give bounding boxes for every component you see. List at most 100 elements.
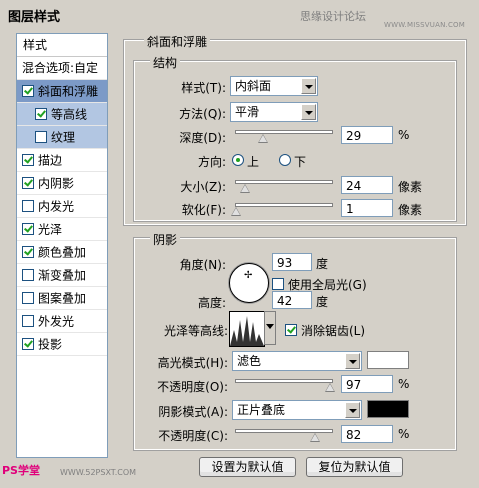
checkbox-icon[interactable]: [22, 176, 34, 189]
style-item-label: 等高线: [51, 107, 88, 122]
styles-header[interactable]: 样式: [17, 34, 107, 57]
shadow-opacity-label: 不透明度(C):: [158, 429, 228, 443]
depth-slider-track[interactable]: [235, 130, 333, 134]
soften-input[interactable]: 1: [341, 199, 393, 217]
highlight-opacity-thumb[interactable]: [325, 383, 335, 392]
style-item-label: 投影: [38, 337, 63, 352]
bevel-title: 斜面和浮雕: [144, 33, 211, 50]
bevel-style-value: 内斜面: [235, 79, 272, 93]
watermark-url: WWW.MISSVUAN.COM: [384, 21, 465, 29]
altitude-input[interactable]: 42: [272, 291, 312, 309]
crosshair-icon: ✢: [244, 270, 253, 281]
highlight-mode-select[interactable]: 滤色: [232, 351, 362, 371]
style-label: 样式(T):: [181, 81, 226, 95]
style-item[interactable]: 渐变叠加: [17, 264, 107, 287]
soften-label: 软化(F):: [181, 203, 226, 217]
angle-dial[interactable]: ✢: [229, 263, 269, 303]
depth-input[interactable]: 29: [341, 126, 393, 144]
altitude-label: 高度:: [197, 296, 226, 310]
highlight-opacity-track[interactable]: [235, 379, 333, 383]
highlight-opacity-input[interactable]: 97: [341, 375, 393, 393]
soften-slider-track[interactable]: [235, 203, 333, 207]
chevron-down-icon: [345, 402, 360, 418]
watermark-text: 思缘设计论坛: [300, 10, 366, 23]
direction-up-radio[interactable]: [232, 154, 244, 166]
technique-value: 平滑: [235, 105, 260, 119]
style-item-label: 渐变叠加: [38, 268, 87, 283]
blending-options-item[interactable]: 混合选项:自定: [17, 57, 107, 80]
contour-dropdown-button[interactable]: [264, 311, 276, 345]
shadow-opacity-thumb[interactable]: [310, 433, 320, 442]
angle-input[interactable]: 93: [272, 253, 312, 271]
size-slider-thumb[interactable]: [240, 184, 250, 193]
style-item[interactable]: 内发光: [17, 195, 107, 218]
style-item[interactable]: 内阴影: [17, 172, 107, 195]
size-label: 大小(Z):: [180, 180, 226, 194]
shadow-opacity-input[interactable]: 82: [341, 425, 393, 443]
checkbox-icon[interactable]: [22, 153, 34, 166]
checkbox-icon[interactable]: [22, 291, 34, 304]
style-item-label: 纹理: [51, 130, 76, 145]
gloss-contour-preview[interactable]: [229, 311, 265, 347]
checkbox-icon[interactable]: [22, 314, 34, 327]
checkbox-icon[interactable]: [22, 268, 34, 281]
antialias-checkbox[interactable]: 消除锯齿(L): [285, 322, 365, 339]
style-item[interactable]: 光泽: [17, 218, 107, 241]
contour-curve-icon: [230, 316, 264, 346]
style-item-label: 描边: [38, 153, 63, 168]
ps-logo: PS学堂: [2, 464, 40, 477]
checkbox-icon[interactable]: [22, 245, 34, 258]
highlight-opacity-label: 不透明度(O):: [157, 380, 228, 394]
reset-default-button[interactable]: 复位为默认值: [306, 457, 403, 477]
style-list: 样式 混合选项:自定 斜面和浮雕等高线纹理描边内阴影内发光 光泽颜色叠加渐变叠加图…: [16, 33, 108, 458]
highlight-mode-value: 滤色: [237, 354, 262, 368]
depth-slider-thumb[interactable]: [258, 134, 268, 143]
technique-label: 方法(Q):: [179, 107, 226, 121]
style-item[interactable]: 描边: [17, 149, 107, 172]
checkbox-icon[interactable]: [35, 130, 47, 143]
structure-title: 结构: [150, 54, 181, 71]
checkbox-icon[interactable]: [22, 199, 34, 212]
checkbox-icon[interactable]: [35, 107, 47, 120]
size-input[interactable]: 24: [341, 176, 393, 194]
gloss-contour-label: 光泽等高线:: [163, 324, 228, 338]
style-item[interactable]: 纹理: [17, 126, 107, 149]
style-item-label: 颜色叠加: [38, 245, 87, 260]
checkbox-icon[interactable]: [22, 84, 34, 97]
direction-label: 方向:: [197, 155, 226, 169]
style-item[interactable]: 图案叠加: [17, 287, 107, 310]
checkbox-icon[interactable]: [22, 222, 34, 235]
style-item[interactable]: 外发光: [17, 310, 107, 333]
make-default-button[interactable]: 设置为默认值: [199, 457, 296, 477]
style-item[interactable]: 斜面和浮雕: [17, 80, 107, 103]
footer-url: WWW.52PSXT.COM: [60, 468, 137, 477]
bevel-style-select[interactable]: 内斜面: [230, 76, 318, 96]
size-unit: 像素: [398, 180, 423, 194]
style-item-label: 斜面和浮雕: [38, 84, 99, 99]
shadow-opacity-unit: %: [398, 427, 410, 441]
shadow-mode-select[interactable]: 正片叠底: [232, 400, 362, 420]
shadow-color-swatch[interactable]: [367, 400, 409, 418]
checkbox-icon: [285, 323, 297, 336]
direction-down-radio[interactable]: [279, 154, 291, 166]
soften-slider-thumb[interactable]: [231, 207, 241, 216]
style-item[interactable]: 颜色叠加: [17, 241, 107, 264]
global-light-label: 使用全局光(G): [288, 278, 367, 292]
direction-up-label[interactable]: 上: [247, 153, 259, 170]
technique-select[interactable]: 平滑: [230, 102, 318, 122]
altitude-unit: 度: [316, 295, 329, 309]
antialias-label: 消除锯齿(L): [301, 324, 366, 338]
highlight-mode-label: 高光模式(H):: [157, 356, 228, 370]
style-item-label: 图案叠加: [38, 291, 87, 306]
angle-label: 角度(N):: [179, 258, 226, 272]
highlight-color-swatch[interactable]: [367, 351, 409, 369]
style-item[interactable]: 等高线: [17, 103, 107, 126]
shadow-mode-value: 正片叠底: [237, 403, 286, 417]
dialog-title: 图层样式: [8, 10, 61, 25]
style-item[interactable]: 投影: [17, 333, 107, 356]
checkbox-icon[interactable]: [22, 337, 34, 350]
style-item-label: 外发光: [38, 314, 75, 329]
direction-down-label[interactable]: 下: [294, 153, 306, 170]
style-item-label: 内阴影: [38, 176, 75, 191]
checkbox-icon: [272, 277, 284, 290]
